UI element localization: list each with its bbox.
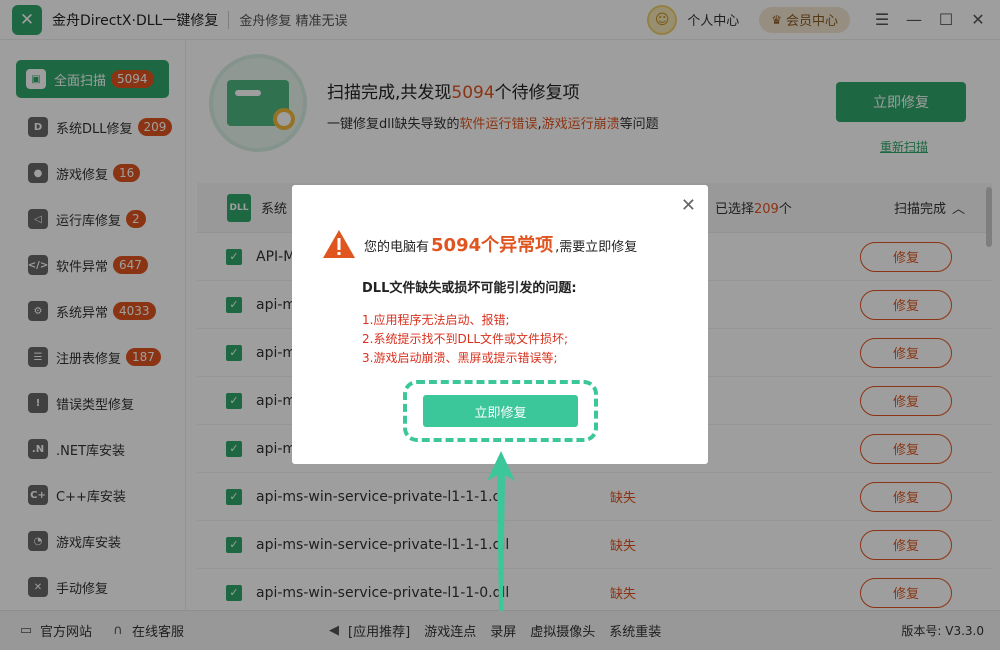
- repair-alert-dialog: ✕ 您的电脑有 5094个异常项 ,需要立即修复 DLL文件缺失或损坏可能引发的问题…: [292, 185, 708, 464]
- dialog-subtitle: DLL文件缺失或损坏可能引发的问题:: [362, 281, 577, 296]
- list-item: 1.应用程序无法启动、报错;: [362, 313, 510, 327]
- pointer-arrow-icon: [487, 451, 515, 611]
- list-item: 2.系统提示找不到DLL文件或文件损坏;: [362, 332, 569, 346]
- close-icon[interactable]: ✕: [681, 195, 696, 216]
- dialog-fix-now-button[interactable]: 立即修复: [423, 395, 578, 427]
- dialog-heading-text: 您的电脑有 5094个异常项 ,需要立即修复: [364, 231, 637, 257]
- warning-triangle-icon: [322, 229, 356, 259]
- heading-count: 5094个异常项: [431, 235, 554, 256]
- heading-prefix: 您的电脑有: [364, 240, 430, 255]
- list-item: 3.游戏启动崩溃、黑屏或提示错误等;: [362, 351, 558, 365]
- dialog-heading: 您的电脑有 5094个异常项 ,需要立即修复: [322, 229, 637, 259]
- issue-list: 1.应用程序无法启动、报错; 2.系统提示找不到DLL文件或文件损坏; 3.游戏…: [362, 311, 568, 368]
- heading-suffix: ,需要立即修复: [555, 240, 638, 255]
